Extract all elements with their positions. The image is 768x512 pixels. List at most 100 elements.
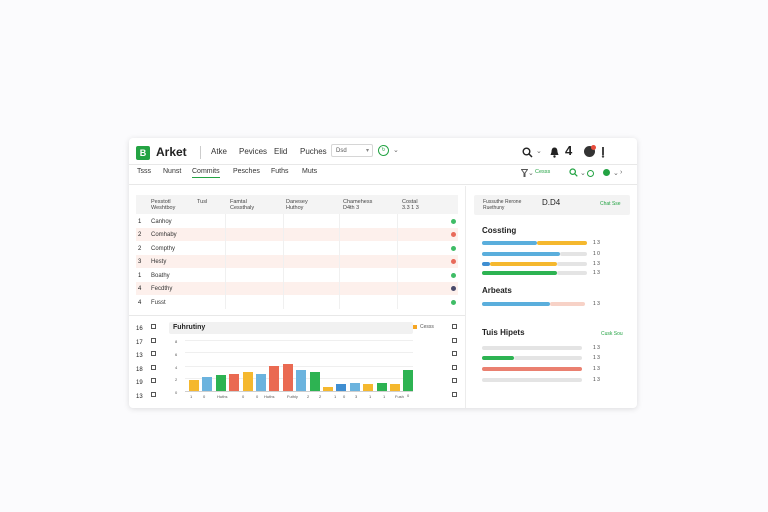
filter-icon[interactable] [521,169,528,177]
status-icon[interactable] [451,273,456,278]
progress-value: 1 3 [593,240,600,246]
square-icon[interactable] [452,324,457,329]
row-number: 4 [138,300,142,306]
chart-bar[interactable] [256,374,266,391]
app-logo: B [136,146,150,160]
tab-4[interactable]: Pesches [233,168,260,175]
progress-value: 1 3 [593,261,600,267]
row-number: 2 [138,232,142,238]
x-tick-label: 2 [319,394,322,399]
menu-item-2[interactable]: Pevices [239,147,267,156]
square-icon[interactable] [151,378,156,383]
status-icon[interactable] [451,259,456,264]
square-icon[interactable] [452,351,457,356]
square-icon[interactable] [151,324,156,329]
square-icon[interactable] [452,391,457,397]
progress-value: 1 3 [593,355,600,361]
square-icon[interactable] [452,364,457,370]
column-divider [283,214,284,309]
square-icon[interactable] [151,337,156,343]
x-tick-label: 1 [383,394,386,399]
tabs-divider [129,184,637,185]
x-tick-label: 2 [307,394,310,399]
status-icon[interactable] [451,300,456,305]
chevron-down-icon[interactable]: ⌄ [580,169,586,177]
chart-bar[interactable] [215,375,226,391]
chart-bar[interactable] [376,383,387,391]
column-header-3[interactable]: Famtal Cessthaly [230,199,254,211]
chevron-down-icon[interactable]: ⌄ [528,169,534,177]
search-icon[interactable] [569,168,578,177]
chevron-down-icon[interactable]: ⌄ [393,146,399,154]
chart-bar[interactable] [269,366,280,391]
status-icon[interactable] [451,246,456,251]
chart-bar[interactable] [390,384,400,391]
section-link[interactable]: Cusk Sou [601,331,623,337]
square-icon[interactable] [452,337,457,343]
summary-link[interactable]: Chat Sse [600,201,621,207]
x-axis-line [185,391,413,392]
chart-bar[interactable] [323,387,333,391]
x-tick-label: 1 [190,394,193,399]
table-row[interactable] [136,242,458,255]
row-name: Comhaby [151,232,177,238]
chart-bar[interactable] [403,370,414,391]
column-header-6[interactable]: Costal 3.3 1 3 [402,199,419,211]
tab-6[interactable]: Muts [302,168,317,175]
chart-bar[interactable] [336,384,347,391]
chart-bar[interactable] [296,370,307,391]
progress-value: 1 3 [593,366,600,372]
square-icon[interactable] [151,391,156,397]
table-row[interactable] [136,215,458,228]
table-row[interactable] [136,282,458,295]
x-tick-label: Huths [264,394,275,399]
column-header-5[interactable]: Chamehess D4th 3 [343,199,372,211]
square-icon[interactable] [151,351,156,356]
menu-item-3[interactable]: Elid [274,147,287,156]
chevron-down-icon[interactable]: ⌄ [613,169,619,177]
column-header-4[interactable]: Danesey Huthoy [286,199,308,211]
column-header-2[interactable]: Tusl [197,199,207,205]
header-divider-line [129,164,637,165]
table-row[interactable] [136,255,458,268]
row-name: Canhoy [151,219,172,225]
chart-bar[interactable] [229,374,240,391]
chart-bar[interactable] [282,364,293,391]
chart-bar[interactable] [189,380,199,391]
square-icon[interactable] [151,364,156,370]
table-row[interactable] [136,296,458,309]
chart-bar[interactable] [242,372,253,391]
table-row[interactable] [136,269,458,282]
tab-1[interactable]: Tsss [137,168,151,175]
chevron-right-icon[interactable]: › [620,169,622,176]
header-dropdown-value: Dsd [336,148,347,154]
tab-2[interactable]: Nunst [163,168,181,175]
tab-5[interactable]: Fuths [271,168,289,175]
bell-icon[interactable] [549,146,560,158]
chevron-down-icon[interactable]: ⌄ [536,147,542,155]
chart-bar[interactable] [363,384,374,391]
square-icon[interactable] [452,378,457,383]
progress-bar [482,252,560,256]
toggle-icon[interactable] [587,170,594,177]
x-tick-label: 3 [355,394,358,399]
menu-item-4[interactable]: Puches [300,147,327,156]
chart-bar[interactable] [309,372,320,391]
filter-dropdown-label[interactable]: Cesss [535,169,550,175]
chart-bar[interactable] [349,383,360,391]
table-row[interactable] [136,228,458,241]
tab-3[interactable]: Commits [192,168,220,178]
refresh-icon[interactable]: ↻ [378,145,389,156]
status-icon[interactable] [451,219,456,224]
status-icon[interactable] [451,232,456,237]
avatar[interactable] [584,145,596,157]
row-name: Fecdthy [151,286,173,292]
status-icon[interactable] [451,286,456,291]
menu-icon[interactable] [600,146,606,158]
status-icon[interactable] [603,169,610,176]
menu-item-1[interactable]: Atke [211,147,227,156]
header-dropdown[interactable]: Dsd ▾ [331,144,373,157]
column-header-1[interactable]: Pesstotl Weshtboy [151,199,175,211]
search-icon[interactable] [522,147,533,158]
chart-bar[interactable] [202,377,213,391]
